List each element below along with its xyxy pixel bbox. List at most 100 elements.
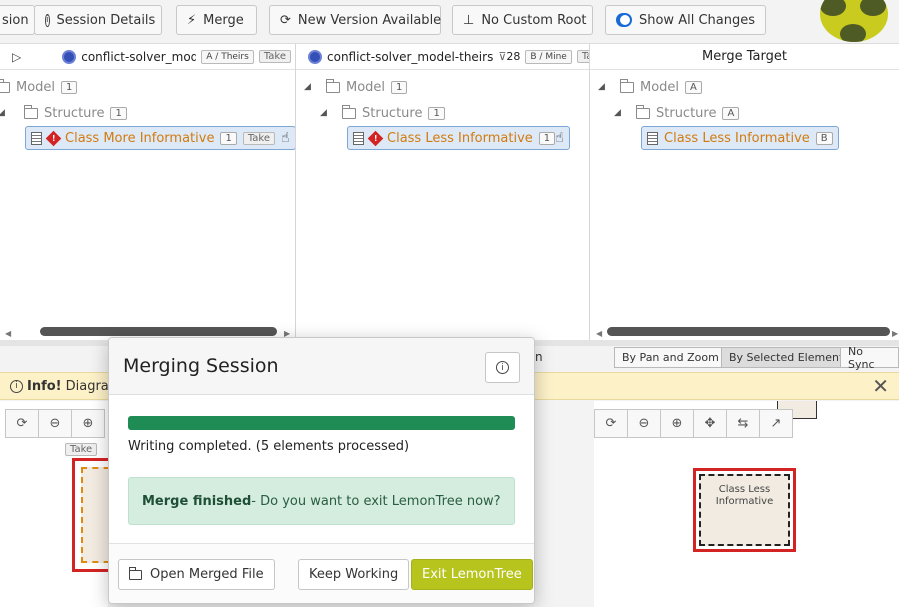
horizontal-scrollbar[interactable] — [40, 327, 277, 336]
exit-lemontree-button[interactable]: Exit LemonTree — [411, 559, 533, 590]
horizontal-scrollbar[interactable] — [607, 327, 890, 336]
tree-node-structure[interactable]: ◢ Structure 1 — [320, 102, 445, 124]
folder-icon — [620, 78, 634, 93]
session-button[interactable]: sion — [0, 5, 35, 35]
toggle-switch-icon[interactable] — [616, 13, 632, 27]
class-label: Class More Informative — [65, 130, 215, 146]
dialog-header: Merging Session i — [109, 338, 534, 395]
target-class-node-label: Class Less Informative — [699, 474, 790, 546]
model-label: Model — [346, 79, 386, 95]
swap-icon[interactable]: ⇆ — [726, 409, 760, 438]
no-custom-root-label: No Custom Root — [481, 12, 587, 28]
move-icon[interactable]: ✥ — [693, 409, 727, 438]
merging-session-dialog: Merging Session i Writing completed. (5 … — [108, 337, 535, 604]
structure-label: Structure — [362, 105, 423, 121]
mine-take-button[interactable]: Take — [576, 50, 589, 63]
scroll-right-icon[interactable]: ▶ — [892, 329, 898, 338]
sync-selected-button[interactable]: By Selected Element — [721, 347, 852, 368]
folder-icon — [0, 78, 10, 93]
tree-node-class[interactable]: Class Less Informative B — [641, 126, 839, 150]
tree-node-class[interactable]: ! Class More Informative 1 Take ☝ — [25, 126, 295, 150]
class-label: Class Less Informative — [387, 130, 533, 146]
scroll-left-icon[interactable]: ◀ — [5, 329, 11, 338]
tree-node-model[interactable]: ◢ Model A — [598, 76, 702, 98]
structure-label: Structure — [656, 105, 717, 121]
theirs-badge: A / Theirs — [201, 49, 254, 64]
filter-icon[interactable]: ⊽ — [498, 50, 506, 63]
refresh-icon[interactable]: ⟳ — [594, 409, 628, 438]
class-icon — [353, 131, 364, 145]
merge-label: Merge — [203, 12, 244, 28]
class-count: 1 — [538, 131, 556, 145]
dialog-info-button[interactable]: i — [485, 352, 520, 383]
hand-cursor-icon: ☝ — [555, 130, 564, 146]
folder-icon — [129, 566, 142, 580]
conflict-node-frame[interactable] — [72, 458, 121, 572]
diagram-take-button[interactable]: Take — [65, 443, 98, 456]
lemontree-logo — [820, 0, 888, 42]
target-class-node[interactable]: Class Less Informative — [693, 468, 796, 552]
play-icon[interactable]: ▷ — [12, 50, 21, 64]
info-icon: i — [10, 379, 23, 393]
refresh-icon: ⟳ — [280, 12, 291, 28]
close-icon[interactable]: ✕ — [872, 374, 889, 398]
tree-node-structure[interactable]: ◢ Structure A — [614, 102, 740, 124]
scroll-left-icon[interactable]: ◀ — [596, 329, 602, 338]
zoom-out-icon[interactable]: ⊖ — [38, 409, 72, 438]
progress-status: Writing completed. (5 elements processed… — [128, 439, 410, 454]
no-custom-root-button[interactable]: ⊥ No Custom Root — [452, 5, 593, 35]
tree-node-model[interactable]: ◢ Model 1 — [304, 76, 408, 98]
keep-working-button[interactable]: Keep Working — [298, 559, 410, 590]
no-sync-button[interactable]: No Sync — [840, 344, 899, 371]
open-merged-label: Open Merged File — [150, 567, 264, 582]
keep-working-label: Keep Working — [309, 567, 399, 582]
sync-pan-zoom-button[interactable]: By Pan and Zoom — [614, 347, 727, 368]
class-count: 1 — [220, 131, 237, 145]
no-sync-label: No Sync — [848, 344, 875, 371]
zoom-in-icon[interactable]: ⊕ — [660, 409, 694, 438]
structure-label: Structure — [44, 105, 105, 121]
caret-down-icon[interactable]: ◢ — [304, 82, 314, 92]
zoom-out-icon[interactable]: ⊖ — [627, 409, 661, 438]
tree-node-model[interactable]: Model 1 — [0, 76, 78, 98]
class-take-button[interactable]: Take — [242, 131, 275, 145]
merge-finished-alert: Merge finished - Do you want to exit Lem… — [128, 477, 515, 525]
caret-down-icon[interactable]: ◢ — [0, 108, 8, 118]
class-icon — [647, 131, 658, 145]
merge-target-tree-pane: Merge Target ◢ Model A ◢ Structure A Cla… — [590, 44, 899, 340]
zoom-in-icon[interactable]: ⊕ — [71, 409, 105, 438]
target-pane-header: Merge Target — [590, 44, 899, 70]
progress-fill — [128, 416, 515, 430]
tree-node-class[interactable]: ! Class Less Informative 1 ☝ — [347, 126, 570, 150]
alert-text: - Do you want to exit LemonTree now? — [251, 493, 501, 509]
model-icon — [62, 49, 77, 64]
caret-down-icon[interactable]: ◢ — [598, 82, 608, 92]
theirs-tree-pane: ▷ conflict-solver_mode A / Theirs Take M… — [0, 44, 296, 340]
caret-down-icon[interactable]: ◢ — [614, 108, 624, 118]
mine-tree-pane: conflict-solver_model-theirs ⊽ 28 B / Mi… — [296, 44, 590, 340]
refresh-icon[interactable]: ⟳ — [5, 409, 39, 438]
model-label: Model — [16, 79, 56, 95]
partial-text: n — [535, 350, 543, 364]
open-external-icon[interactable]: ↗ — [759, 409, 793, 438]
merge-button[interactable]: ⚡ Merge — [176, 5, 257, 35]
structure-badge: A — [722, 106, 740, 120]
tree-node-structure[interactable]: ◢ Structure 1 — [0, 102, 127, 124]
model-count: 1 — [61, 80, 78, 94]
sync-pan-zoom-label: By Pan and Zoom — [622, 351, 719, 364]
dialog-title: Merging Session — [123, 355, 279, 377]
class-badge: B — [815, 131, 833, 145]
open-merged-file-button[interactable]: Open Merged File — [118, 559, 275, 590]
theirs-take-button[interactable]: Take — [258, 50, 291, 63]
show-all-changes-toggle[interactable]: Show All Changes — [605, 5, 766, 35]
model-icon — [308, 49, 322, 64]
theirs-title: conflict-solver_mode — [81, 49, 197, 64]
caret-down-icon[interactable]: ◢ — [320, 108, 330, 118]
folder-icon — [636, 104, 650, 119]
conflict-icon: ! — [45, 130, 62, 146]
new-version-button[interactable]: ⟳ New Version Available — [269, 5, 441, 35]
mine-badge: B / Mine — [525, 49, 572, 64]
pin-icon: ⊥ — [463, 12, 475, 28]
session-details-button[interactable]: i Session Details — [34, 5, 162, 35]
alert-bold: Merge finished — [142, 493, 252, 509]
